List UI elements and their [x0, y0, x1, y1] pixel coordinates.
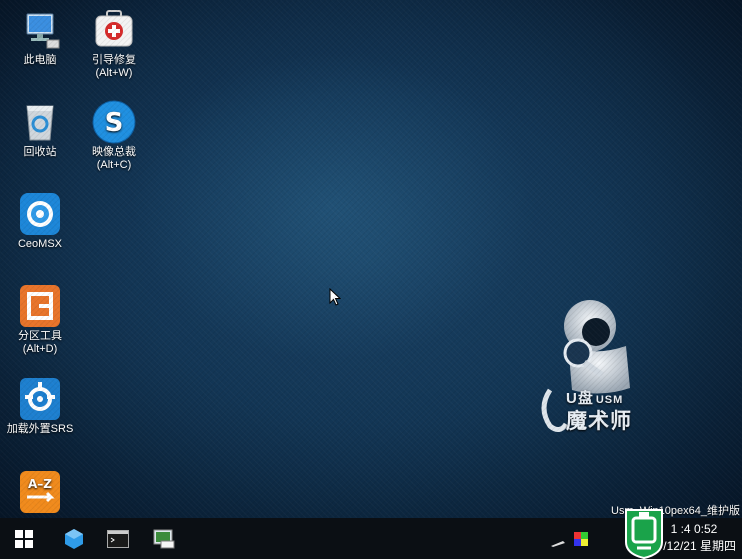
- taskbar-console-button[interactable]: [98, 518, 138, 559]
- taskbar-explorer-button[interactable]: [144, 518, 184, 559]
- desktop-icon-this-pc[interactable]: 此电脑: [5, 8, 75, 67]
- partition-tool-icon: [17, 284, 63, 328]
- icon-label: 加载外置SRS: [6, 423, 74, 435]
- icon-shortcut: (Alt+W): [95, 67, 133, 79]
- desktop-icon-load-srs[interactable]: 加载外置SRS: [5, 377, 75, 436]
- icon-shortcut: (Alt+D): [22, 343, 58, 355]
- desktop-icon-boot-repair[interactable]: 引导修复 (Alt+W): [79, 8, 149, 80]
- icon-label: CeoMSX: [17, 238, 63, 250]
- taskbar-app-button[interactable]: [54, 518, 94, 559]
- icon-label: 此电脑: [23, 54, 57, 66]
- explorer-icon: [153, 529, 175, 548]
- app-cube-icon: [65, 528, 83, 549]
- desktop-icon-a-z[interactable]: A–Z: [5, 470, 75, 516]
- desktop-icon-image-ceo[interactable]: S 映像总裁 (Alt+C): [79, 100, 149, 172]
- desktop-icon-recycle-bin[interactable]: 回收站: [5, 100, 75, 159]
- svg-text:S: S: [105, 108, 124, 138]
- desktop-icon-partition-tool[interactable]: 分区工具 (Alt+D): [5, 284, 75, 356]
- system-tray: [550, 518, 588, 559]
- console-icon: [107, 529, 129, 548]
- color-icon[interactable]: [574, 531, 588, 546]
- a-z-icon: A–Z: [17, 470, 63, 514]
- desktop: 此电脑 引导修复 (Alt+W) 回收站 S 映像总裁 (Alt+C) CeoM…: [0, 0, 742, 518]
- svg-text:A–Z: A–Z: [28, 477, 52, 491]
- brand-name-bottom: 魔术师: [566, 410, 632, 433]
- load-srs-icon: [17, 377, 63, 421]
- icon-label: 回收站: [23, 146, 57, 158]
- icon-shortcut: (Alt+C): [96, 159, 132, 171]
- ceomsx-icon: [17, 192, 63, 236]
- recycle-bin-icon: [17, 100, 63, 144]
- start-button[interactable]: [4, 518, 44, 559]
- icon-label: 分区工具: [18, 330, 62, 342]
- windows-start-icon: [15, 529, 33, 548]
- icon-label: 引导修复: [92, 54, 136, 66]
- mouse-cursor-icon: [329, 288, 341, 306]
- pen-icon[interactable]: [550, 535, 566, 547]
- shield-badge-icon: [625, 509, 663, 559]
- desktop-icon-ceomsx[interactable]: CeoMSX: [5, 192, 75, 251]
- image-ceo-icon: S: [91, 100, 137, 144]
- this-pc-icon: [17, 8, 63, 52]
- icon-label: 映像总裁: [92, 146, 136, 158]
- boot-repair-icon: [91, 8, 137, 52]
